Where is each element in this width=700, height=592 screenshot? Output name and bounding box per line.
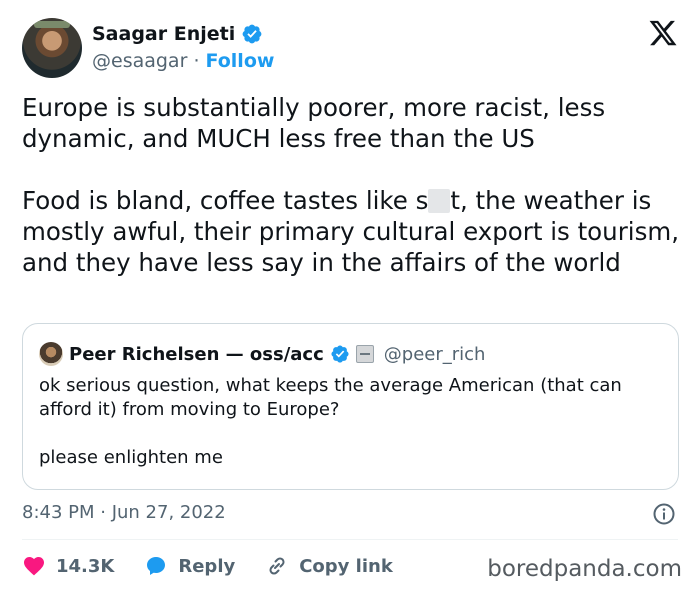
x-logo-icon[interactable] bbox=[648, 18, 678, 48]
avatar[interactable] bbox=[22, 18, 82, 78]
quoted-tweet[interactable]: Peer Richelsen — oss/acc @peer_rich ok s… bbox=[22, 323, 679, 490]
like-button[interactable]: 14.3K bbox=[22, 554, 114, 578]
tweet-body: Europe is substantially poorer, more rac… bbox=[22, 92, 682, 278]
verified-icon bbox=[331, 345, 349, 363]
follow-button[interactable]: Follow bbox=[206, 50, 275, 72]
watermark: boredpanda.com bbox=[487, 556, 682, 582]
quoted-tweet-header: Peer Richelsen — oss/acc @peer_rich bbox=[39, 342, 485, 366]
quoted-author-handle: @peer_rich bbox=[383, 343, 486, 365]
censor-blur bbox=[428, 189, 451, 213]
copy-link-button[interactable]: Copy link bbox=[265, 554, 393, 578]
tweet-header: Saagar Enjeti @esaagar · Follow bbox=[22, 16, 678, 78]
author-info: Saagar Enjeti @esaagar · Follow bbox=[92, 22, 274, 74]
reply-button[interactable]: Reply bbox=[144, 554, 235, 578]
quoted-author-name: Peer Richelsen — oss/acc bbox=[69, 343, 324, 365]
divider bbox=[22, 539, 678, 540]
reply-icon bbox=[147, 557, 166, 575]
heart-icon bbox=[24, 557, 44, 576]
info-icon[interactable] bbox=[652, 502, 676, 526]
reply-label: Reply bbox=[178, 555, 236, 577]
author-name[interactable]: Saagar Enjeti bbox=[92, 23, 235, 45]
like-count: 14.3K bbox=[56, 555, 115, 577]
author-handle[interactable]: @esaagar bbox=[92, 50, 187, 72]
tweet-paragraph-1: Europe is substantially poorer, more rac… bbox=[22, 93, 613, 153]
quoted-tweet-text: ok serious question, what keeps the aver… bbox=[39, 375, 622, 468]
affiliate-badge-icon bbox=[355, 345, 374, 363]
link-icon bbox=[269, 557, 285, 575]
tweet-paragraph-2-start: Food is bland, coffee tastes like s bbox=[22, 186, 429, 215]
action-bar: 14.3K Reply Copy link bbox=[22, 552, 423, 580]
tweet-timestamp[interactable]: 8:43 PM · Jun 27, 2022 bbox=[22, 502, 226, 523]
handle-separator: · bbox=[193, 50, 200, 72]
copy-link-label: Copy link bbox=[299, 555, 393, 577]
quoted-avatar bbox=[39, 342, 63, 366]
verified-icon bbox=[242, 24, 262, 44]
